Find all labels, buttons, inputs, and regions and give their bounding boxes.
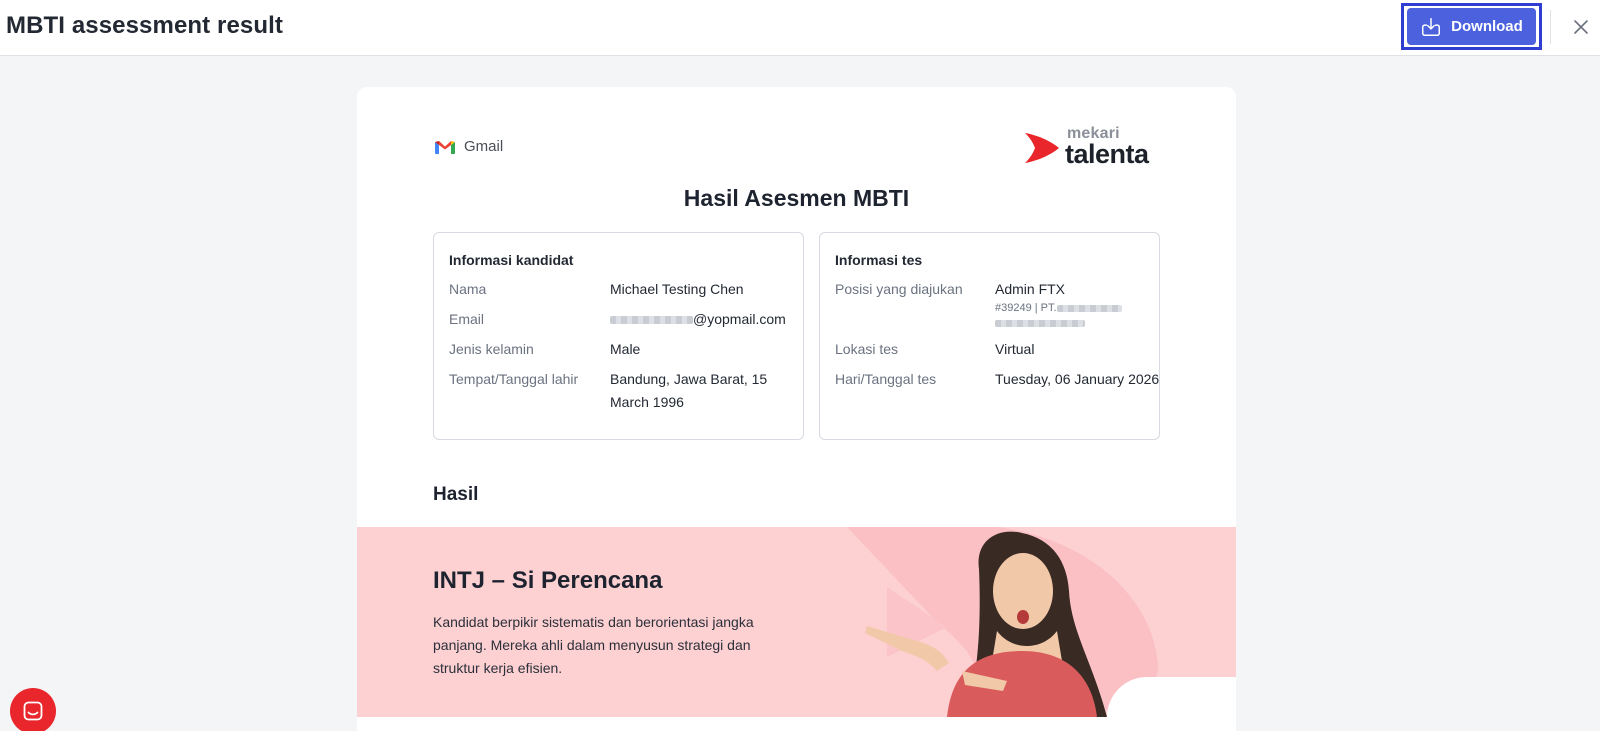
position-name: Admin FTX — [995, 281, 1066, 297]
row-label: Hari/Tanggal tes — [835, 371, 937, 387]
row-value: Virtual — [995, 341, 1035, 357]
report-title: Hasil Asesmen MBTI — [683, 185, 910, 211]
chat-icon — [23, 701, 43, 721]
row-label: Lokasi tes — [835, 341, 899, 357]
row-value: @yopmail.com — [610, 308, 805, 331]
redacted-text — [610, 316, 693, 325]
row-value: Tuesday, 06 January 2026 — [995, 371, 1160, 387]
row-value: Male — [610, 341, 641, 357]
redacted-text — [1056, 304, 1122, 312]
redacted-text — [995, 319, 1085, 327]
page-title: MBTI assessment result — [6, 12, 283, 39]
download-icon — [1422, 17, 1441, 36]
chat-support-button[interactable] — [10, 688, 56, 731]
test-info-card: Informasi tes Posisi yang diajukan Admin… — [819, 232, 1160, 440]
close-button[interactable] — [1568, 14, 1594, 40]
position-note: #39249 | PT. — [995, 301, 1165, 331]
row-value: Michael Testing Chen — [610, 281, 744, 297]
row-label: Email — [449, 311, 485, 327]
row-value: Admin FTX #39249 | PT. — [995, 278, 1165, 331]
banner-corner — [1107, 677, 1236, 717]
brand-talenta: talenta — [1065, 139, 1149, 169]
mbti-type-description: Kandidat berpikir sistematis dan berorie… — [433, 614, 754, 676]
result-banner: INTJ – Si Perencana Kandidat berpikir si… — [357, 527, 1236, 717]
gmail-label: Gmail — [464, 138, 504, 155]
gmail-source: Gmail — [434, 138, 503, 155]
row-label: Jenis kelamin — [449, 341, 534, 357]
row-label: Tempat/Tanggal lahir — [449, 371, 579, 387]
candidate-card-heading: Informasi kandidat — [449, 252, 574, 268]
top-bar: MBTI assessment result Download — [0, 0, 1600, 56]
download-label: Download — [1451, 18, 1523, 35]
gmail-icon — [435, 140, 455, 154]
download-button[interactable]: Download — [1407, 8, 1536, 45]
header-divider — [1550, 10, 1551, 44]
close-icon — [1574, 20, 1588, 34]
row-label: Posisi yang diajukan — [835, 281, 963, 297]
candidate-info-card: Informasi kandidat Nama Michael Testing … — [433, 232, 804, 440]
row-value: Bandung, Jawa Barat, 15 March 1996 — [610, 371, 768, 410]
person-illustration — [865, 531, 1107, 717]
report-document: Gmail mekari talenta Hasil Asesmen MBTI … — [357, 87, 1236, 731]
test-card-heading: Informasi tes — [835, 252, 923, 268]
email-domain: @yopmail.com — [693, 311, 786, 327]
mbti-type-title: INTJ – Si Perencana — [433, 567, 663, 594]
result-heading: Hasil — [433, 484, 479, 505]
row-label: Nama — [449, 281, 487, 297]
position-id: #39249 | PT. — [995, 302, 1057, 314]
mekari-talenta-logo: mekari talenta — [1023, 125, 1163, 169]
